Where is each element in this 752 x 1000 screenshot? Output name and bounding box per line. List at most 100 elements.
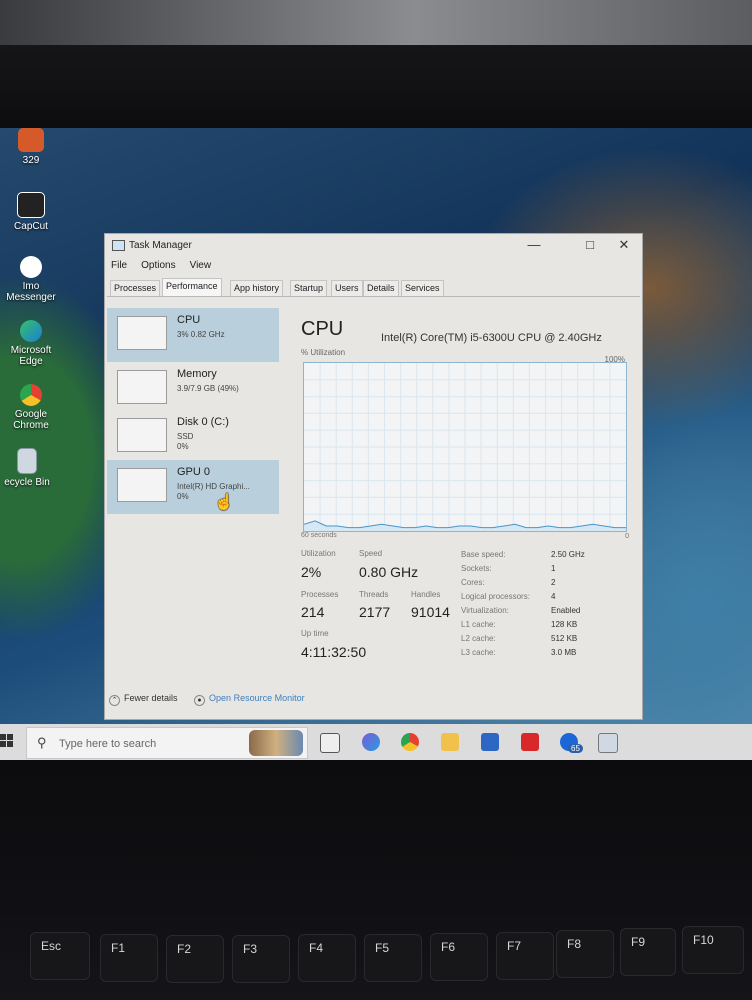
- recycle-bin-icon: [17, 448, 37, 474]
- resource-monitor-icon: ●: [194, 695, 206, 706]
- sidebar-item-name: Disk 0 (C:): [177, 416, 229, 428]
- tab-users[interactable]: Users: [331, 280, 363, 296]
- menu-options[interactable]: Options: [141, 260, 175, 271]
- cores-label: Cores:: [461, 578, 485, 587]
- handles-value: 91014: [411, 604, 450, 620]
- task-manager-icon: [112, 240, 125, 251]
- threads-value: 2177: [359, 604, 391, 620]
- desktop-icon-capcut[interactable]: CapCut: [0, 192, 62, 232]
- sidebar-item-memory[interactable]: Memory 3.9/7.9 GB (49%): [107, 362, 279, 416]
- disk-thumbnail-graph: [117, 418, 167, 452]
- sidebar-item-detail: 3% 0.82 GHz: [177, 330, 225, 339]
- tab-startup[interactable]: Startup: [290, 280, 328, 296]
- search-icon: ⚲: [37, 735, 47, 750]
- laptop-keyboard: Esc F1 F2 F3 F4 F5 F6 F7 F8 F9 F10: [0, 760, 752, 1000]
- cpu-model-name: Intel(R) Core(TM) i5-6300U CPU @ 2.40GHz: [381, 332, 602, 344]
- utilization-value: 2%: [301, 564, 322, 580]
- key-f2: F2: [166, 935, 224, 983]
- sidebar-item-name: Memory: [177, 368, 217, 380]
- tab-performance[interactable]: Performance: [162, 278, 222, 296]
- fewer-details-label: Fewer details: [124, 693, 178, 703]
- graph-y-label: % Utilization: [301, 348, 346, 357]
- utilization-label: Utilization: [301, 549, 336, 558]
- tab-services[interactable]: Services: [401, 280, 444, 296]
- key-label: F7: [507, 939, 522, 953]
- search-placeholder: Type here to search: [59, 738, 157, 750]
- utilization-chart: [304, 363, 626, 531]
- key-label: F3: [243, 942, 258, 956]
- imo-icon: [20, 256, 42, 278]
- chrome-icon[interactable]: [401, 733, 419, 751]
- gpu-thumbnail-graph: [117, 468, 167, 502]
- virtualization-value: Enabled: [551, 606, 581, 615]
- notification-badge: 65: [568, 744, 583, 753]
- uptime-label: Up time: [301, 629, 329, 638]
- teams-icon[interactable]: [362, 733, 380, 751]
- key-f6: F6: [430, 933, 488, 981]
- key-label: F4: [309, 941, 324, 955]
- base-speed-label: Base speed:: [461, 550, 506, 559]
- sidebar-item-name: CPU: [177, 314, 201, 326]
- key-f9: F9: [620, 928, 676, 976]
- maximize-button[interactable]: □: [576, 237, 604, 253]
- sidebar-item-cpu[interactable]: CPU 3% 0.82 GHz: [107, 308, 279, 362]
- tab-processes[interactable]: Processes: [110, 280, 161, 296]
- sidebar-item-usage: 0%: [177, 492, 189, 501]
- key-label: F1: [111, 941, 126, 955]
- key-esc: Esc: [30, 932, 90, 980]
- key-label: F9: [631, 935, 646, 949]
- windows-start-icon[interactable]: [0, 732, 14, 750]
- l1-cache-label: L1 cache:: [461, 620, 496, 629]
- sidebar-item-detail: SSD: [177, 432, 194, 441]
- key-label: F5: [375, 941, 390, 955]
- hand-cursor-icon: ☝: [214, 494, 234, 511]
- cores-value: 2: [551, 578, 556, 587]
- sidebar-item-name: GPU 0: [177, 466, 211, 478]
- base-speed-value: 2.50 GHz: [551, 550, 585, 559]
- desktop-icon-label: 329: [22, 155, 40, 166]
- sidebar-item-gpu[interactable]: GPU 0 Intel(R) HD Graphi... 0%: [107, 460, 279, 514]
- window-title: Task Manager: [129, 240, 192, 251]
- sockets-label: Sockets:: [461, 564, 492, 573]
- logical-processors-label: Logical processors:: [461, 592, 530, 601]
- desktop-icon-recycle-bin[interactable]: ecycle Bin: [0, 448, 58, 488]
- tab-bar: Processes Performance App history Startu…: [107, 278, 640, 297]
- desktop-icon-edge[interactable]: Microsoft Edge: [0, 320, 62, 367]
- key-label: F2: [177, 942, 192, 956]
- file-explorer-icon[interactable]: [441, 733, 459, 751]
- menu-file[interactable]: File: [111, 260, 127, 271]
- task-manager-window: Task Manager — □ ✕ File Options View Proce…: [104, 233, 643, 720]
- l2-cache-label: L2 cache:: [461, 634, 496, 643]
- task-view-icon[interactable]: [320, 733, 340, 753]
- chevron-up-icon: ⌃: [109, 695, 120, 706]
- speed-value: 0.80 GHz: [359, 564, 419, 580]
- fewer-details-button[interactable]: ⌃ Fewer details: [109, 693, 178, 706]
- chrome-icon: [20, 384, 42, 406]
- menu-bar: File Options View: [111, 260, 225, 271]
- menu-view[interactable]: View: [190, 260, 212, 271]
- tab-app-history[interactable]: App history: [230, 280, 284, 296]
- speed-label: Speed: [359, 549, 383, 558]
- key-f3: F3: [232, 935, 290, 983]
- store-icon[interactable]: [481, 733, 499, 751]
- open-resource-monitor-link[interactable]: ● Open Resource Monitor: [194, 693, 305, 706]
- taskbar-search[interactable]: ⚲ Type here to search: [26, 727, 308, 759]
- minimize-button[interactable]: —: [520, 237, 548, 253]
- close-button[interactable]: ✕: [610, 237, 638, 253]
- tab-details[interactable]: Details: [363, 280, 399, 296]
- app-icon[interactable]: [521, 733, 539, 751]
- memory-thumbnail-graph: [117, 370, 167, 404]
- title-bar[interactable]: Task Manager — □ ✕: [105, 234, 642, 256]
- desktop-icon-label: Microsoft Edge: [10, 345, 52, 367]
- key-f5: F5: [364, 934, 422, 982]
- task-manager-icon[interactable]: [598, 733, 618, 753]
- desktop-icon-imo[interactable]: Imo Messenger: [0, 256, 62, 303]
- desktop-icon-label: Google Chrome: [13, 409, 49, 431]
- desktop-icon-label: ecycle Bin: [4, 477, 50, 488]
- desktop-icon-pdf[interactable]: 329: [0, 128, 62, 166]
- page-title: CPU: [301, 318, 344, 340]
- sidebar-item-detail: Intel(R) HD Graphi...: [177, 482, 250, 491]
- footer-bar: ⌃ Fewer details ● Open Resource Monitor: [109, 693, 305, 706]
- desktop-icon-chrome[interactable]: Google Chrome: [0, 384, 62, 431]
- sidebar-item-disk[interactable]: Disk 0 (C:) SSD 0%: [107, 410, 279, 464]
